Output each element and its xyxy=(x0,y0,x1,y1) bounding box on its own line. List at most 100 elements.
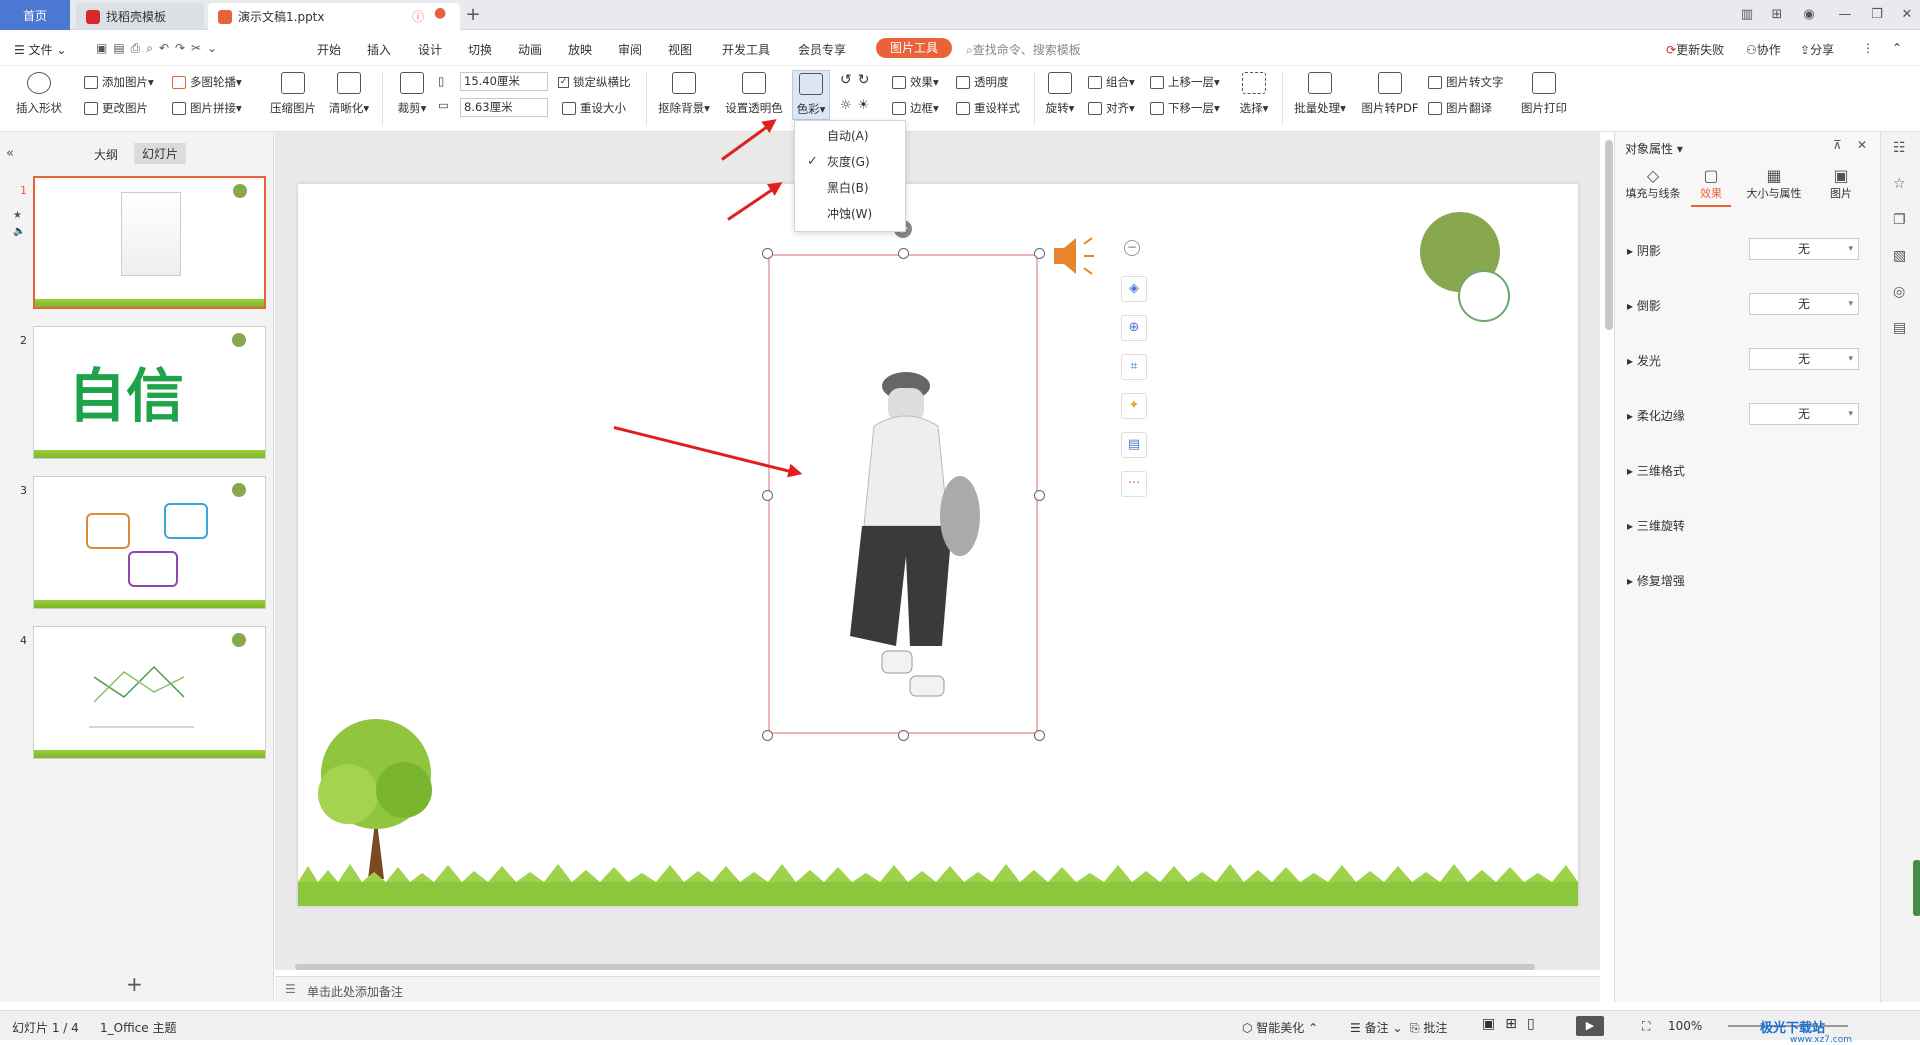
layers-icon[interactable]: ◈ xyxy=(1121,276,1147,302)
menu-review[interactable]: 审阅 xyxy=(618,41,642,58)
resize-handle-left[interactable] xyxy=(762,490,773,501)
bring-forward-button[interactable]: 上移一层 ▾ xyxy=(1150,74,1220,90)
width-input[interactable]: 15.40厘米 xyxy=(460,72,548,91)
tab-home[interactable]: 首页 xyxy=(0,0,70,30)
lock-ratio-checkbox[interactable]: ✓ 锁定纵横比 xyxy=(558,74,631,90)
book-icon[interactable]: ▤ xyxy=(1893,320,1906,336)
slide-thumbnail-3[interactable] xyxy=(33,476,266,609)
horizontal-scrollbar[interactable] xyxy=(295,964,1535,970)
insert-shape-button[interactable]: 插入形状 xyxy=(12,70,66,116)
copy-icon[interactable]: ❐ xyxy=(1893,212,1906,228)
add-slide-button[interactable]: + xyxy=(126,972,143,996)
collapse-panel-icon[interactable]: « xyxy=(6,146,14,161)
batch-process-button[interactable]: 批量处理▾ xyxy=(1290,70,1350,116)
picture-edit-icon[interactable]: ▧ xyxy=(1893,248,1906,264)
animation-icon[interactable]: ☆ xyxy=(1893,176,1906,192)
resize-handle-tr[interactable] xyxy=(1034,248,1045,259)
smart-tip-icon[interactable]: ✦ xyxy=(1121,393,1147,419)
slide[interactable]: ⟳ − xyxy=(298,184,1578,906)
resize-handle-tl[interactable] xyxy=(762,248,773,259)
zoom-in-icon[interactable]: ⊕ xyxy=(1121,315,1147,341)
rotate-left-icon[interactable]: ↺↻ xyxy=(840,72,875,88)
comments-button[interactable]: ⎘ 批注 xyxy=(1410,1019,1447,1036)
tab-template[interactable]: 找稻壳模板 xyxy=(76,3,204,30)
more-options-icon[interactable]: ⋮ xyxy=(1862,41,1874,55)
send-backward-button[interactable]: 下移一层 ▾ xyxy=(1150,100,1220,116)
menu-slideshow[interactable]: 放映 xyxy=(568,41,592,58)
quick-access-toolbar[interactable]: ▣▤⎙⌕↶↷✂⌄ xyxy=(96,41,223,56)
select-button[interactable]: 选择▾ xyxy=(1236,70,1272,116)
group-button[interactable]: 组合 ▾ xyxy=(1088,74,1135,90)
menu-design[interactable]: 设计 xyxy=(418,41,442,58)
crop-tool-icon[interactable]: ⌗ xyxy=(1121,354,1147,380)
property-soft-edges[interactable]: ▸ 柔化边缘 xyxy=(1627,407,1685,424)
resize-handle-br[interactable] xyxy=(1034,730,1045,741)
menu-transition[interactable]: 切换 xyxy=(468,41,492,58)
color-grayscale-option[interactable]: ✓ 灰度(G) xyxy=(795,149,905,175)
theme-name[interactable]: 1_Office 主题 xyxy=(100,1019,176,1036)
grid-apps-icon[interactable]: ⊞ xyxy=(1768,6,1786,24)
more-tools-icon[interactable]: ··· xyxy=(1121,471,1147,497)
transparency-button[interactable]: 透明度 xyxy=(956,74,1009,90)
menu-start[interactable]: 开始 xyxy=(317,41,341,58)
property-reflection[interactable]: ▸ 倒影 xyxy=(1627,297,1661,314)
location-icon[interactable]: ◎ xyxy=(1893,284,1905,300)
border-button[interactable]: 边框 ▾ xyxy=(892,100,939,116)
crop-button[interactable]: 裁剪▾ xyxy=(392,70,432,116)
glow-select[interactable]: 无 xyxy=(1749,348,1859,370)
properties-icon[interactable]: ☷ xyxy=(1893,140,1906,156)
collapse-ribbon-icon[interactable]: ⌃ xyxy=(1892,41,1902,55)
smart-beautify-button[interactable]: ⬡ 智能美化 ⌃ xyxy=(1242,1019,1318,1036)
file-menu[interactable]: ☰ 文件 ⌄ xyxy=(14,41,66,58)
property-repair-enhance[interactable]: ▸ 修复增强 xyxy=(1627,572,1685,589)
color-auto-option[interactable]: 自动(A) xyxy=(795,123,905,149)
multi-carousel-button[interactable]: 多图轮播 ▾ xyxy=(172,74,242,90)
pic-to-pdf-button[interactable]: 图片转PDF xyxy=(1360,70,1420,116)
selected-picture[interactable] xyxy=(768,254,1038,734)
close-window-button[interactable]: ✕ xyxy=(1898,6,1916,24)
menu-insert[interactable]: 插入 xyxy=(367,41,391,58)
reset-size-button[interactable]: 重设大小 xyxy=(562,100,626,116)
brightness-icon[interactable]: ☼☀ xyxy=(840,98,875,113)
color-button[interactable]: 色彩▾ xyxy=(792,70,830,120)
search-box[interactable]: ⌕查找命令、搜索模板 xyxy=(966,41,1081,58)
picture-collage-button[interactable]: 图片拼接 ▾ xyxy=(172,100,242,116)
avatar[interactable]: ◉ xyxy=(1800,6,1818,24)
menu-member[interactable]: 会员专享 xyxy=(798,41,846,58)
height-input[interactable]: 8.63厘米 xyxy=(460,98,548,117)
effects-button[interactable]: 效果 ▾ xyxy=(892,74,939,90)
tab-document[interactable]: 演示文稿1.pptx ⓘ ● xyxy=(208,3,460,30)
minimize-button[interactable]: — xyxy=(1836,6,1854,24)
color-washout-option[interactable]: 冲蚀(W) xyxy=(795,201,905,227)
notes-area[interactable]: ☰ 单击此处添加备注 xyxy=(275,976,1600,1002)
notes-toggle-button[interactable]: ☰ 备注 ⌄ xyxy=(1350,1019,1402,1036)
update-failed-button[interactable]: ⟳更新失败 xyxy=(1666,41,1724,58)
export-image-icon[interactable]: ▤ xyxy=(1121,432,1147,458)
share-button[interactable]: ⇪分享 xyxy=(1800,41,1834,58)
collaborate-button[interactable]: ⚇协作 xyxy=(1746,41,1781,58)
reset-style-button[interactable]: 重设样式 xyxy=(956,100,1020,116)
property-3d-rotation[interactable]: ▸ 三维旋转 xyxy=(1627,517,1685,534)
set-transparent-button[interactable]: 设置透明色 xyxy=(722,70,786,116)
slide-thumbnail-4[interactable] xyxy=(33,626,266,759)
menu-developer[interactable]: 开发工具 xyxy=(722,41,770,58)
slide-thumbnail-1[interactable] xyxy=(33,176,266,309)
resize-handle-top[interactable] xyxy=(898,248,909,259)
tab-effects[interactable]: ▢ 效果 xyxy=(1691,166,1731,207)
add-picture-button[interactable]: 添加图片 ▾ xyxy=(84,74,154,90)
soft-edges-select[interactable]: 无 xyxy=(1749,403,1859,425)
pic-print-button[interactable]: 图片打印 xyxy=(1518,70,1570,116)
fit-window-icon[interactable]: ⛶ xyxy=(1642,1019,1650,1034)
window-layout-icon[interactable]: ▥ xyxy=(1738,6,1756,24)
pic-to-text-button[interactable]: 图片转文字 xyxy=(1428,74,1504,90)
property-glow[interactable]: ▸ 发光 xyxy=(1627,352,1661,369)
shadow-select[interactable]: 无 xyxy=(1749,238,1859,260)
pic-translate-button[interactable]: 图片翻译 xyxy=(1428,100,1492,116)
property-3d-format[interactable]: ▸ 三维格式 xyxy=(1627,462,1685,479)
resize-handle-bl[interactable] xyxy=(762,730,773,741)
change-picture-button[interactable]: 更改图片 xyxy=(84,100,148,116)
menu-view[interactable]: 视图 xyxy=(668,41,692,58)
reflection-select[interactable]: 无 xyxy=(1749,293,1859,315)
collapse-toolbar-icon[interactable]: − xyxy=(1124,240,1140,256)
tab-picture-tools[interactable]: 图片工具 xyxy=(876,38,952,58)
